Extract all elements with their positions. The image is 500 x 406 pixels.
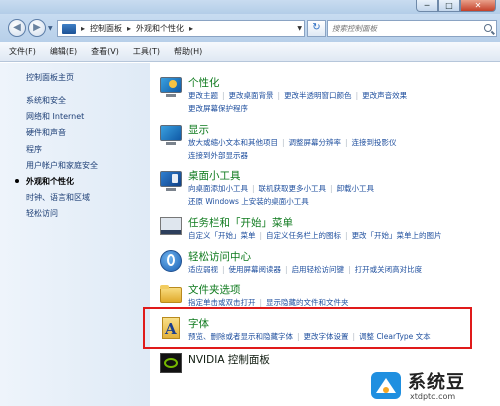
back-button[interactable]: ◀ <box>8 19 26 37</box>
highlight-box <box>143 307 472 349</box>
link-text-size[interactable]: 放大或缩小文本和其他项目 <box>188 138 278 147</box>
breadcrumb-separator-icon[interactable]: ▸ <box>189 24 193 33</box>
maximize-button[interactable]: □ <box>438 0 460 12</box>
link-high-contrast[interactable]: 打开或关闭高对比度 <box>355 265 423 274</box>
display-icon <box>159 122 183 146</box>
category-taskbar: 任务栏和「开始」菜单 自定义「开始」菜单 | 自定义任务栏上的图标 | 更改「开始」菜单… <box>159 215 495 247</box>
breadcrumb-separator-icon[interactable]: ▸ <box>127 24 131 33</box>
main-content: 个性化 更改主题 | 更改桌面背景 | 更改半透明窗口颜色 | 更改声音效果 更改屏幕保护程… <box>150 63 500 406</box>
link-show-hidden-files[interactable]: 显示隐藏的文件和文件夹 <box>266 298 349 307</box>
sidebar-item-appearance[interactable]: 外观和个性化 <box>26 174 98 190</box>
address-dropdown-icon[interactable]: ▼ <box>297 25 302 32</box>
title-bar: ─ □ ✕ <box>0 0 500 14</box>
category-links: 放大或缩小文本和其他项目 | 调整屏幕分辨率 | 连接到投影仪 连接到外部显示器 <box>188 138 397 160</box>
sidebar-item-hardware-sound[interactable]: 硬件和声音 <box>26 125 98 141</box>
personalization-icon <box>159 75 183 99</box>
category-title[interactable]: 桌面小工具 <box>188 168 241 183</box>
breadcrumb-separator-icon[interactable]: ▸ <box>81 24 85 33</box>
link-change-background[interactable]: 更改桌面背景 <box>229 91 274 100</box>
history-dropdown[interactable]: ▼ <box>48 25 53 32</box>
address-bar[interactable]: ▸ 控制面板 ▸ 外观和个性化 ▸ ▼ <box>57 20 305 37</box>
sidebar-home-link[interactable]: 控制面板主页 <box>26 72 74 83</box>
sidebar-item-user-accounts[interactable]: 用户帐户和家庭安全 <box>26 158 98 174</box>
navigation-bar: ◀ ▶ ▼ ▸ 控制面板 ▸ 外观和个性化 ▸ ▼ ↻ <box>0 14 500 42</box>
ease-of-access-icon <box>159 249 183 273</box>
category-gadgets: 桌面小工具 向桌面添加小工具 | 联机获取更多小工具 | 卸载小工具 还原 Window… <box>159 168 495 210</box>
link-uninstall-gadget[interactable]: 卸载小工具 <box>337 184 375 193</box>
link-change-sounds[interactable]: 更改声音效果 <box>362 91 407 100</box>
link-customize-start-menu[interactable]: 自定义「开始」菜单 <box>188 231 256 240</box>
link-resolution[interactable]: 调整屏幕分辨率 <box>289 138 342 147</box>
category-links: 向桌面添加小工具 | 联机获取更多小工具 | 卸载小工具 还原 Windows 上安装的… <box>188 184 375 206</box>
link-change-start-picture[interactable]: 更改「开始」菜单上的图片 <box>352 231 442 240</box>
watermark-logo-icon <box>371 372 401 399</box>
menu-edit[interactable]: 编辑(E) <box>43 46 84 57</box>
nvidia-icon <box>159 351 183 375</box>
link-change-window-color[interactable]: 更改半透明窗口颜色 <box>284 91 352 100</box>
menu-file[interactable]: 文件(F) <box>2 46 43 57</box>
menu-bar: 文件(F) 编辑(E) 查看(V) 工具(T) 帮助(H) <box>0 42 500 62</box>
control-panel-icon <box>62 23 76 34</box>
active-bullet-icon <box>15 179 19 183</box>
search-box[interactable] <box>327 20 497 37</box>
link-get-more-gadgets[interactable]: 联机获取更多小工具 <box>259 184 327 193</box>
category-title[interactable]: 轻松访问中心 <box>188 249 251 264</box>
refresh-icon: ↻ <box>312 22 321 33</box>
category-links: 自定义「开始」菜单 | 自定义任务栏上的图标 | 更改「开始」菜单上的图片 <box>188 231 442 240</box>
link-accessibility-keys[interactable]: 启用轻松访问键 <box>292 265 345 274</box>
link-screen-reader[interactable]: 使用屏幕阅读器 <box>229 265 282 274</box>
sidebar: 控制面板主页 系统和安全 网络和 Internet 硬件和声音 程序 用户帐户和… <box>0 63 150 406</box>
link-projector[interactable]: 连接到投影仪 <box>352 138 397 147</box>
link-single-double-click[interactable]: 指定单击或双击打开 <box>188 298 256 307</box>
arrow-right-icon: ▶ <box>33 22 41 33</box>
menu-view[interactable]: 查看(V) <box>84 46 126 57</box>
minimize-button[interactable]: ─ <box>416 0 438 12</box>
link-change-screensaver[interactable]: 更改屏幕保护程序 <box>188 104 248 113</box>
watermark: 系统豆 xtdptc.com <box>360 365 500 406</box>
watermark-text: 系统豆 <box>408 372 465 393</box>
sidebar-item-programs[interactable]: 程序 <box>26 142 98 158</box>
link-customize-taskbar-icons[interactable]: 自定义任务栏上的图标 <box>266 231 341 240</box>
link-change-theme[interactable]: 更改主题 <box>188 91 218 100</box>
category-links: 适应弱视 | 使用屏幕阅读器 | 启用轻松访问键 | 打开或关闭高对比度 <box>188 265 423 274</box>
category-links: 更改主题 | 更改桌面背景 | 更改半透明窗口颜色 | 更改声音效果 更改屏幕保护程序 <box>188 91 408 113</box>
category-title[interactable]: 个性化 <box>188 75 220 90</box>
watermark-url: xtdptc.com <box>410 392 456 401</box>
search-input[interactable] <box>328 21 478 36</box>
category-title[interactable]: 任务栏和「开始」菜单 <box>188 215 293 230</box>
category-title[interactable]: 显示 <box>188 122 209 137</box>
sidebar-item-ease-of-access[interactable]: 轻松访问 <box>26 206 98 222</box>
category-ease-of-access: 轻松访问中心 适应弱视 | 使用屏幕阅读器 | 启用轻松访问键 | 打开或关闭高对比度 <box>159 249 495 281</box>
menu-tools[interactable]: 工具(T) <box>126 46 167 57</box>
category-personalization: 个性化 更改主题 | 更改桌面背景 | 更改半透明窗口颜色 | 更改声音效果 更改屏幕保护程… <box>159 75 495 117</box>
forward-button[interactable]: ▶ <box>28 19 46 37</box>
refresh-button[interactable]: ↻ <box>307 20 326 37</box>
link-add-gadgets[interactable]: 向桌面添加小工具 <box>188 184 248 193</box>
taskbar-icon <box>159 215 183 239</box>
category-title[interactable]: 文件夹选项 <box>188 282 241 297</box>
category-display: 显示 放大或缩小文本和其他项目 | 调整屏幕分辨率 | 连接到投影仪 连接到外部显示器 <box>159 122 495 164</box>
folder-options-icon <box>159 282 183 306</box>
sidebar-item-clock-region[interactable]: 时钟、语言和区域 <box>26 190 98 206</box>
close-button[interactable]: ✕ <box>460 0 496 12</box>
search-icon[interactable] <box>484 24 492 32</box>
gadgets-icon <box>159 168 183 192</box>
arrow-left-icon: ◀ <box>13 22 21 33</box>
category-title[interactable]: NVIDIA 控制面板 <box>188 352 270 367</box>
link-low-vision[interactable]: 适应弱视 <box>188 265 218 274</box>
sidebar-list: 系统和安全 网络和 Internet 硬件和声音 程序 用户帐户和家庭安全 外观… <box>26 93 98 223</box>
sidebar-item-system-security[interactable]: 系统和安全 <box>26 93 98 109</box>
menu-help[interactable]: 帮助(H) <box>167 46 209 57</box>
link-restore-gadgets[interactable]: 还原 Windows 上安装的桌面小工具 <box>188 197 309 206</box>
link-external-display[interactable]: 连接到外部显示器 <box>188 151 248 160</box>
sidebar-item-network[interactable]: 网络和 Internet <box>26 109 98 125</box>
window-controls: ─ □ ✕ <box>416 0 496 12</box>
breadcrumb-control-panel[interactable]: 控制面板 <box>90 23 122 34</box>
breadcrumb-appearance[interactable]: 外观和个性化 <box>136 23 184 34</box>
